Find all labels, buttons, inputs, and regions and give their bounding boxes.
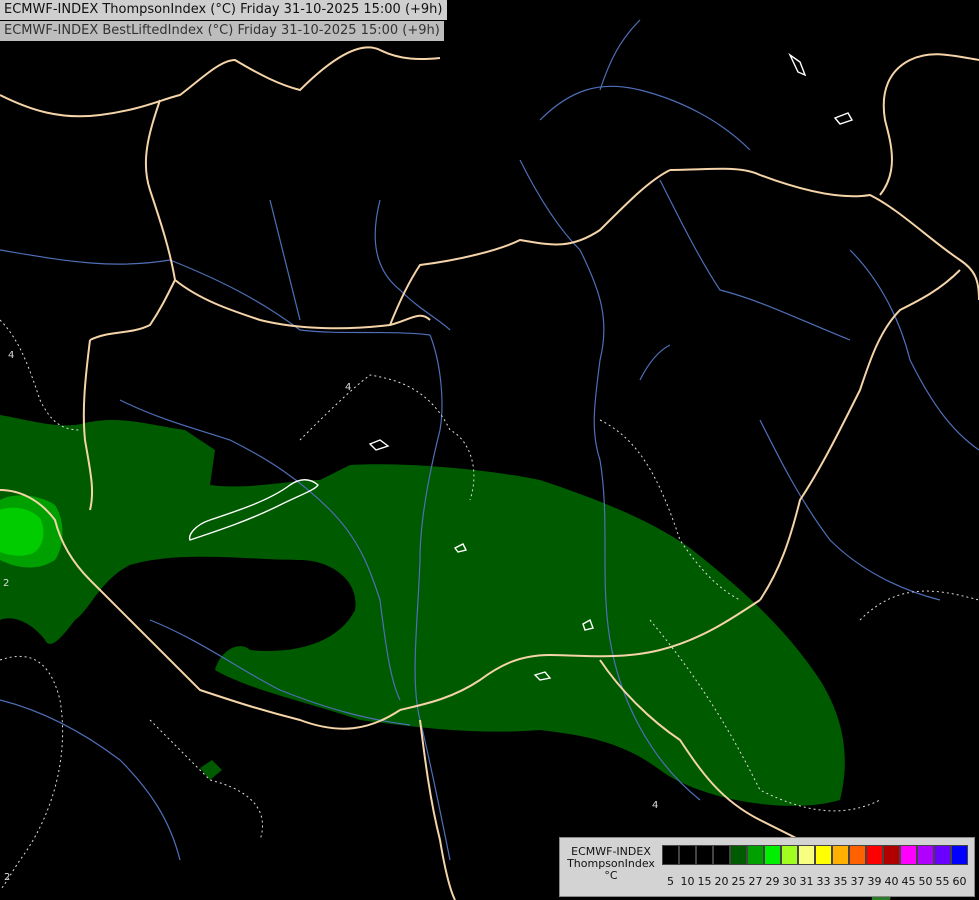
legend-tick-label: 5 — [667, 875, 674, 888]
contour-label: 2 — [4, 872, 10, 883]
legend-tick-label: 45 — [901, 875, 916, 888]
legend-swatch — [764, 845, 781, 865]
legend-unit: °C — [604, 869, 618, 882]
legend-tick-label: 33 — [816, 875, 831, 888]
legend-swatch — [798, 845, 815, 865]
contour-label: 4 — [652, 800, 658, 811]
weather-map[interactable]: 4 4 2 2 4 2 — [0, 0, 979, 900]
legend-swatch — [900, 845, 917, 865]
legend-tick-label: 55 — [935, 875, 950, 888]
legend-tick-label: 31 — [799, 875, 814, 888]
contour-label: 4 — [345, 382, 351, 393]
legend-swatch — [815, 845, 832, 865]
legend-tick-label: 40 — [884, 875, 899, 888]
legend-swatch — [883, 845, 900, 865]
legend-tick-label: 50 — [918, 875, 933, 888]
legend-tick-label: 10 — [680, 875, 695, 888]
legend-tick-label: 29 — [765, 875, 780, 888]
legend-swatches — [662, 845, 968, 865]
map-title-line-1: ECMWF-INDEX ThompsonIndex (°C) Friday 31… — [0, 0, 447, 20]
contour-label: 2 — [3, 578, 9, 589]
legend-swatch — [832, 845, 849, 865]
legend-swatch — [696, 845, 713, 865]
legend-swatch — [917, 845, 934, 865]
legend-swatch — [747, 845, 764, 865]
legend-ticks: 5 10 15 20 25 27 29 30 31 33 35 37 39 40 45 50 55 60 — [662, 875, 968, 888]
legend-swatch — [951, 845, 968, 865]
contour-label: 4 — [8, 350, 14, 361]
legend-swatch — [730, 845, 747, 865]
legend-swatch — [866, 845, 883, 865]
legend-tick-label: 60 — [952, 875, 967, 888]
legend-tick-label: 39 — [867, 875, 882, 888]
legend-label: ECMWF-INDEX ThompsonIndex °C — [562, 846, 660, 882]
legend-tick-label: 30 — [782, 875, 797, 888]
legend-tick-label: 37 — [850, 875, 865, 888]
legend-tick-label: 35 — [833, 875, 848, 888]
legend-swatch — [679, 845, 696, 865]
map-title-line-2: ECMWF-INDEX BestLiftedIndex (°C) Friday … — [0, 21, 444, 41]
legend-tick-label: 20 — [714, 875, 729, 888]
legend-swatch — [934, 845, 951, 865]
color-legend: ECMWF-INDEX ThompsonIndex °C 5 10 15 20 25 27… — [559, 837, 975, 897]
legend-swatch — [781, 845, 798, 865]
legend-swatch — [713, 845, 730, 865]
legend-tick-label: 15 — [697, 875, 712, 888]
legend-swatch — [662, 845, 679, 865]
legend-tick-label: 25 — [731, 875, 746, 888]
legend-tick-label: 27 — [748, 875, 763, 888]
legend-swatch — [849, 845, 866, 865]
